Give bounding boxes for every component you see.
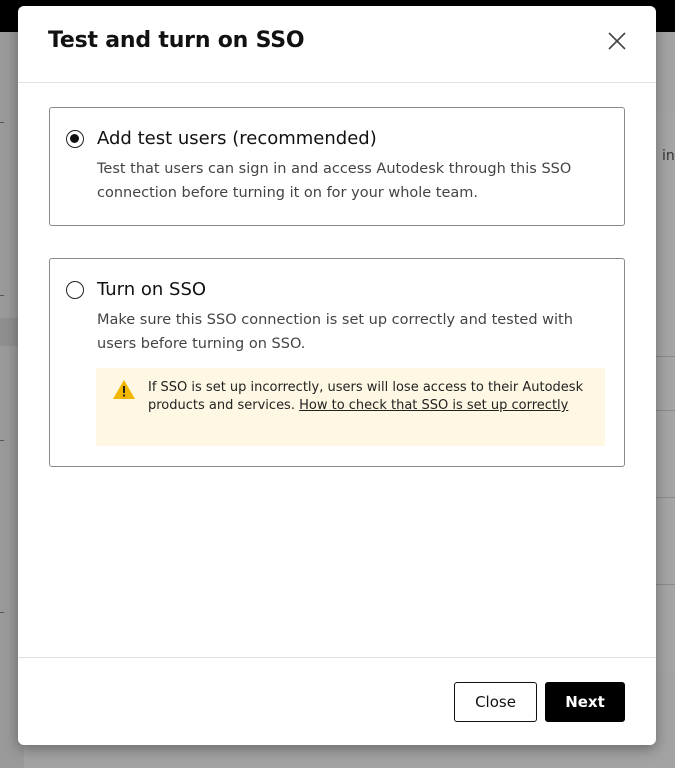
option-description: Test that users can sign in and access A… bbox=[97, 161, 572, 201]
dialog-header: Test and turn on SSO bbox=[18, 6, 656, 83]
option-title: Add test users (recommended) bbox=[97, 128, 377, 149]
option-turn-on-sso[interactable]: Turn on SSO Make sure this SSO connectio… bbox=[49, 258, 625, 467]
next-button[interactable]: Next bbox=[545, 682, 625, 722]
option-title: Turn on SSO bbox=[97, 279, 207, 300]
background-tick bbox=[0, 612, 4, 613]
background-nav-selected bbox=[0, 318, 18, 346]
warning-text: If SSO is set up incorrectly, users will… bbox=[148, 379, 596, 415]
close-icon[interactable] bbox=[606, 30, 628, 52]
dialog-title: Test and turn on SSO bbox=[48, 28, 305, 53]
sso-dialog: Test and turn on SSO Add test users (rec… bbox=[18, 6, 656, 745]
background-divider bbox=[655, 356, 675, 357]
radio-turn-on-sso[interactable] bbox=[66, 281, 84, 299]
warning-notice: If SSO is set up incorrectly, users will… bbox=[96, 368, 605, 446]
close-button[interactable]: Close bbox=[454, 682, 537, 722]
option-add-test-users[interactable]: Add test users (recommended) Test that u… bbox=[49, 107, 625, 226]
dialog-footer: Close Next bbox=[18, 657, 656, 745]
radio-add-test-users[interactable] bbox=[66, 130, 84, 148]
background-card bbox=[655, 112, 675, 672]
background-divider bbox=[655, 410, 675, 411]
option-description: Make sure this SSO connection is set up … bbox=[97, 312, 573, 352]
warning-icon bbox=[112, 379, 136, 400]
background-text: in bbox=[662, 148, 675, 164]
background-tick bbox=[0, 122, 4, 123]
background-divider bbox=[655, 584, 675, 585]
background-divider bbox=[655, 497, 675, 498]
how-to-check-sso-link[interactable]: How to check that SSO is set up correctl… bbox=[299, 398, 568, 413]
background-tick bbox=[0, 295, 4, 296]
background-tick bbox=[0, 440, 4, 441]
